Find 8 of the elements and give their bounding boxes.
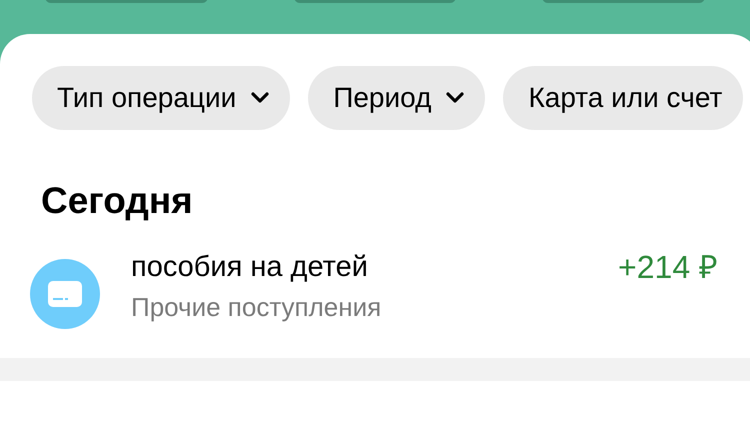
filter-chip[interactable]: Период (308, 66, 486, 130)
filter-chip[interactable]: Карта или счет (503, 66, 744, 130)
operation-amount: +214 ₽ (618, 250, 718, 284)
operation-category: Прочие поступления (131, 292, 382, 322)
filter-chip[interactable]: Тип операции (32, 66, 290, 130)
section-title: Сегодня (41, 180, 193, 222)
operation-row[interactable]: пособия на детей Прочие поступления +214 ₽ (0, 222, 750, 358)
operation-title: пособия на детей (131, 250, 368, 284)
